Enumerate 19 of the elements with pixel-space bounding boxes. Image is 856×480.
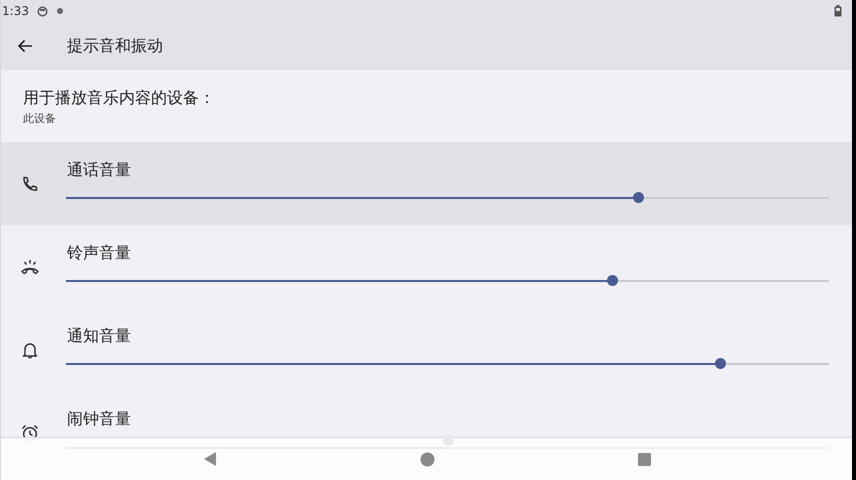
battery-icon <box>834 5 842 17</box>
slider-thumb[interactable] <box>633 192 644 203</box>
status-icon <box>36 6 48 16</box>
volume-label: 闹钟音量 <box>67 409 132 429</box>
output-device-label: 用于播放音乐内容的设备： <box>23 88 216 108</box>
back-icon[interactable] <box>17 39 33 53</box>
output-device-value: 此设备 <box>23 111 57 127</box>
volume-label: 通话音量 <box>67 160 132 180</box>
status-time: 1:33 <box>2 3 29 20</box>
output-device-item[interactable]: 用于播放音乐内容的设备： 此设备 <box>1 70 852 142</box>
back-nav-icon[interactable] <box>202 451 216 467</box>
page-title: 提示音和振动 <box>67 35 163 57</box>
slider-thumb[interactable] <box>606 275 618 286</box>
recents-nav-icon[interactable] <box>638 452 650 466</box>
slider-thumb[interactable] <box>714 358 726 369</box>
volume-label: 通知音量 <box>67 326 132 346</box>
status-icon <box>56 7 64 15</box>
volume-label: 铃声音量 <box>67 243 132 263</box>
home-nav-icon[interactable] <box>420 452 434 466</box>
